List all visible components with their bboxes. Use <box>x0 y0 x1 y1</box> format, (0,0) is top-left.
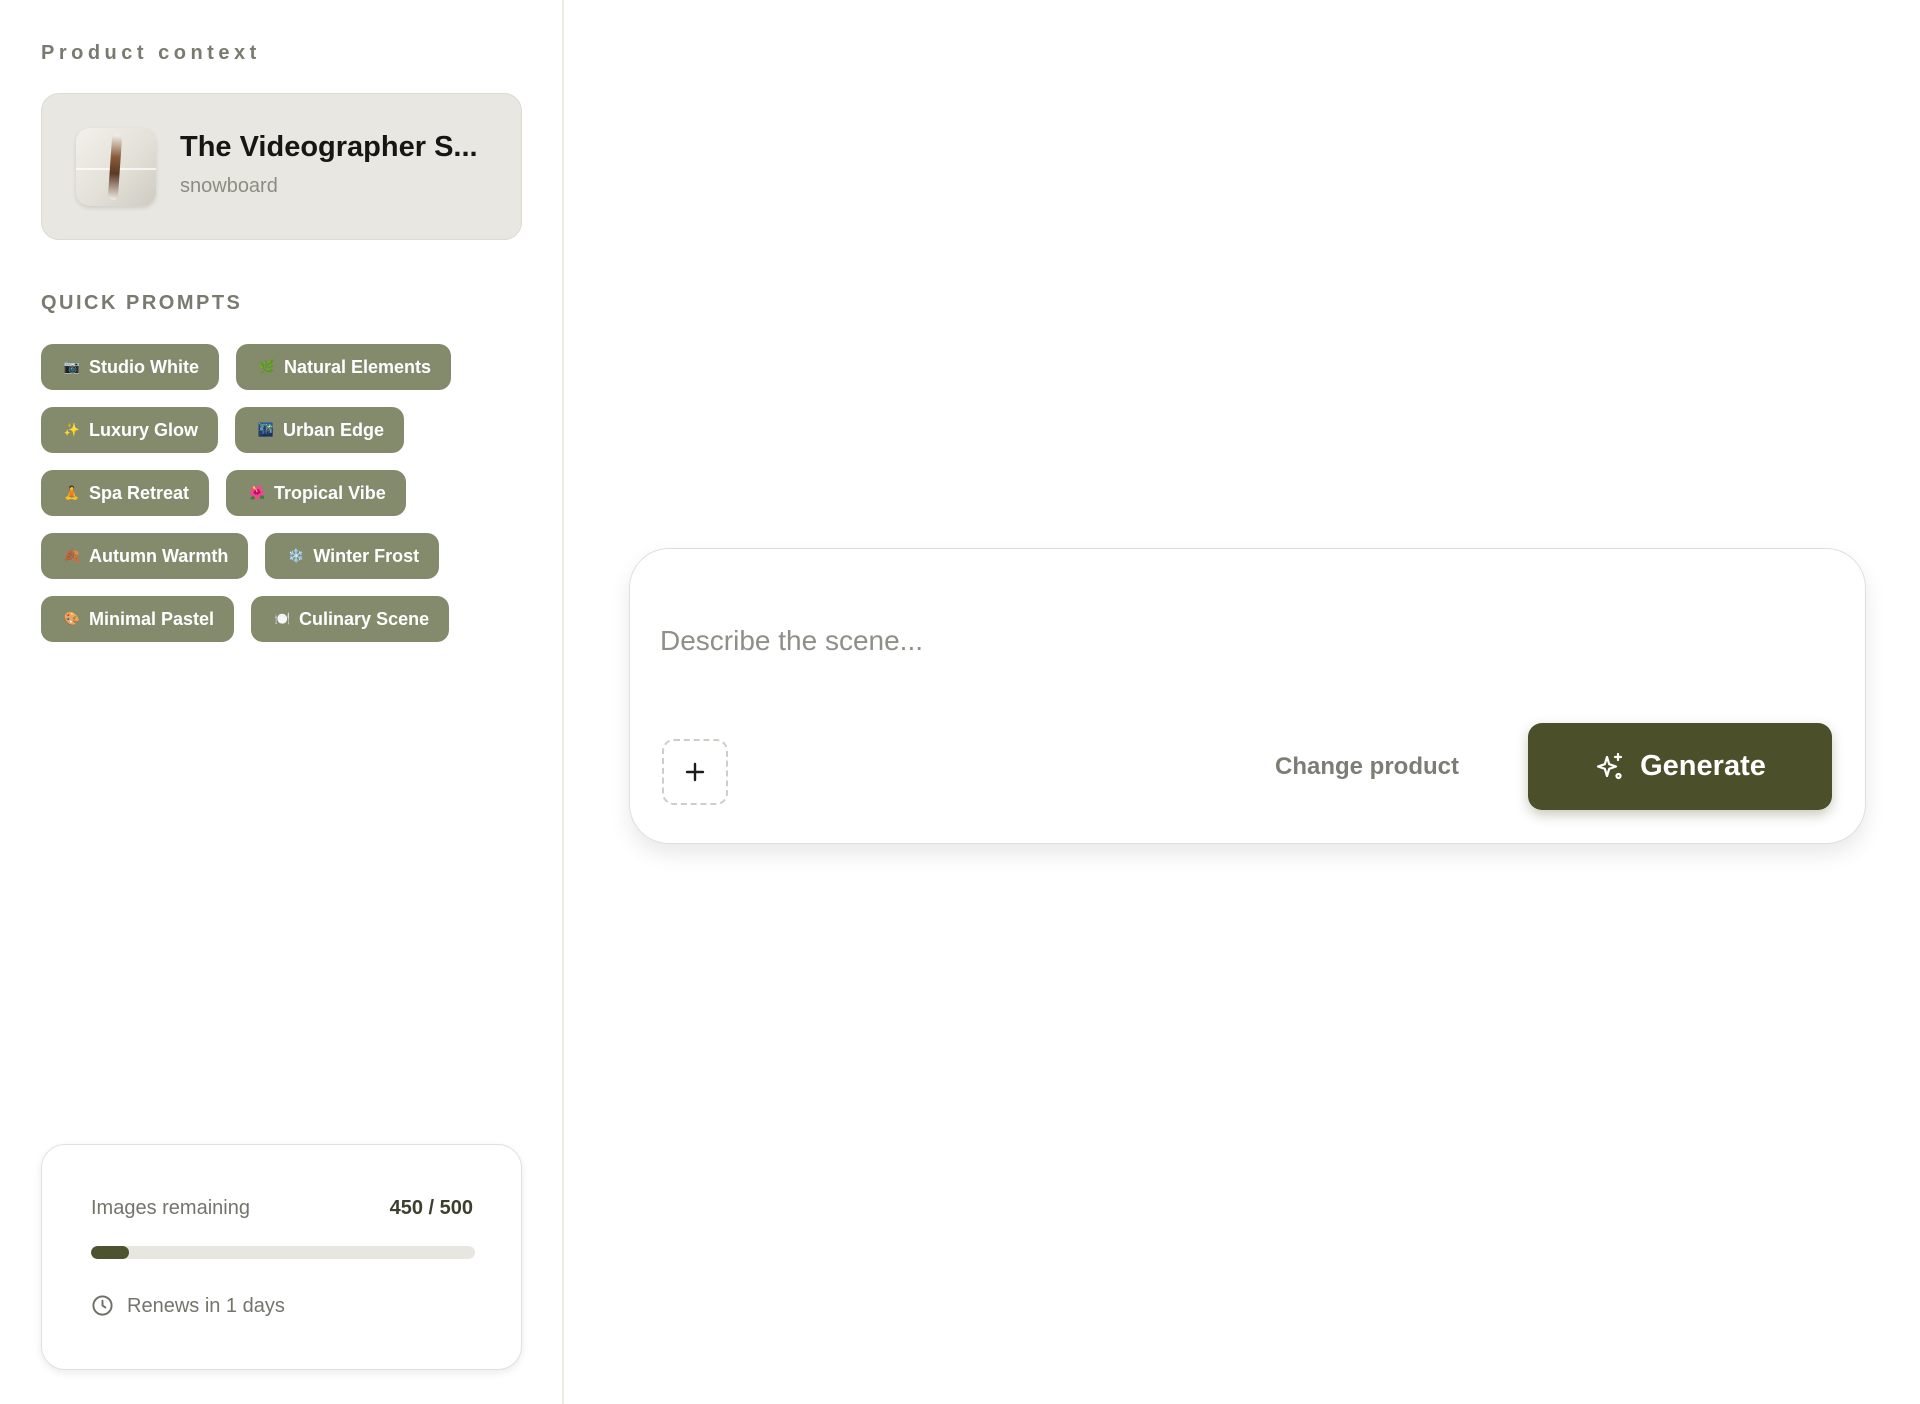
product-subtitle: snowboard <box>180 175 278 197</box>
add-attachment-button[interactable] <box>662 739 728 805</box>
quick-prompt-label: Culinary Scene <box>299 608 430 629</box>
quick-prompt-label: Autumn Warmth <box>89 545 229 566</box>
quick-prompts-label: QUICK PROMPTS <box>41 292 243 314</box>
quick-prompt-luxury-glow[interactable]: ✨ Luxury Glow <box>41 407 219 453</box>
luxury-glow-icon: ✨ <box>63 422 81 437</box>
quick-prompt-row: ✨ Luxury Glow 🌃 Urban Edge <box>41 407 541 453</box>
quick-prompt-culinary-scene[interactable]: 🍽️ Culinary Scene <box>251 596 450 642</box>
renew-text: Renews in 1 days <box>127 1295 285 1317</box>
usage-card: Images remaining 450 / 500 Renews in 1 d… <box>41 1144 522 1370</box>
tropical-vibe-icon: 🌺 <box>248 485 266 500</box>
usage-progress-fill <box>91 1246 130 1259</box>
urban-edge-icon: 🌃 <box>257 422 275 437</box>
quick-prompt-spa-retreat[interactable]: 🧘 Spa Retreat <box>41 470 210 516</box>
quick-prompt-autumn-warmth[interactable]: 🍂 Autumn Warmth <box>41 533 249 579</box>
quick-prompt-winter-frost[interactable]: ❄️ Winter Frost <box>265 533 440 579</box>
quick-prompt-row: 🍂 Autumn Warmth ❄️ Winter Frost <box>41 533 541 579</box>
product-title: The Videographer S... <box>180 131 478 163</box>
quick-prompt-natural-elements[interactable]: 🌿 Natural Elements <box>235 344 452 390</box>
generate-label: Generate <box>1640 750 1766 782</box>
quick-prompt-row: 🧘 Spa Retreat 🌺 Tropical Vibe <box>41 470 541 516</box>
quick-prompts-list: 📷 Studio White 🌿 Natural Elements ✨ Luxury Gl… <box>41 344 541 659</box>
winter-frost-icon: ❄️ <box>288 548 305 563</box>
change-product-button[interactable]: Change product <box>1275 753 1459 781</box>
sidebar: Product context The Videographer S... sn… <box>0 0 564 1404</box>
generate-button[interactable]: Generate <box>1528 723 1832 810</box>
autumn-warmth-icon: 🍂 <box>63 548 81 563</box>
quick-prompt-tropical-vibe[interactable]: 🌺 Tropical Vibe <box>226 470 406 516</box>
quick-prompt-urban-edge[interactable]: 🌃 Urban Edge <box>235 407 405 453</box>
plus-icon <box>685 762 705 782</box>
quick-prompt-label: Winter Frost <box>313 545 420 566</box>
usage-count: 450 / 500 <box>389 1197 473 1219</box>
spa-retreat-icon: 🧘 <box>63 485 81 500</box>
quick-prompt-label: Tropical Vibe <box>274 482 386 503</box>
quick-prompt-studio-white[interactable]: 📷 Studio White <box>41 344 219 390</box>
main-area: Change product Generate <box>566 0 1920 1404</box>
quick-prompt-label: Luxury Glow <box>89 419 199 440</box>
natural-elements-icon: 🌿 <box>258 359 276 374</box>
studio-white-icon: 📷 <box>63 359 81 374</box>
quick-prompt-row: 📷 Studio White 🌿 Natural Elements <box>41 344 541 390</box>
quick-prompt-minimal-pastel[interactable]: 🎨 Minimal Pastel <box>41 596 235 642</box>
quick-prompt-label: Studio White <box>89 356 199 377</box>
product-thumbnail <box>76 128 156 206</box>
quick-prompt-row: 🎨 Minimal Pastel 🍽️ Culinary Scene <box>41 596 541 642</box>
minimal-pastel-icon: 🎨 <box>63 611 81 626</box>
quick-prompt-label: Urban Edge <box>283 419 385 440</box>
quick-prompt-label: Minimal Pastel <box>89 608 215 629</box>
app-root: Product context The Videographer S... sn… <box>0 0 1920 1404</box>
sparkles-icon <box>1597 752 1623 779</box>
product-context-label: Product context <box>41 42 261 64</box>
quick-prompt-label: Natural Elements <box>283 356 432 377</box>
clock-icon <box>92 1295 113 1316</box>
scene-composer: Change product Generate <box>629 548 1866 844</box>
scene-input[interactable] <box>660 619 1830 663</box>
culinary-scene-icon: 🍽️ <box>273 611 291 626</box>
usage-label: Images remaining <box>91 1197 250 1219</box>
product-card[interactable]: The Videographer S... snowboard <box>41 93 522 240</box>
usage-progress-bar <box>91 1246 475 1259</box>
quick-prompt-label: Spa Retreat <box>89 482 190 503</box>
